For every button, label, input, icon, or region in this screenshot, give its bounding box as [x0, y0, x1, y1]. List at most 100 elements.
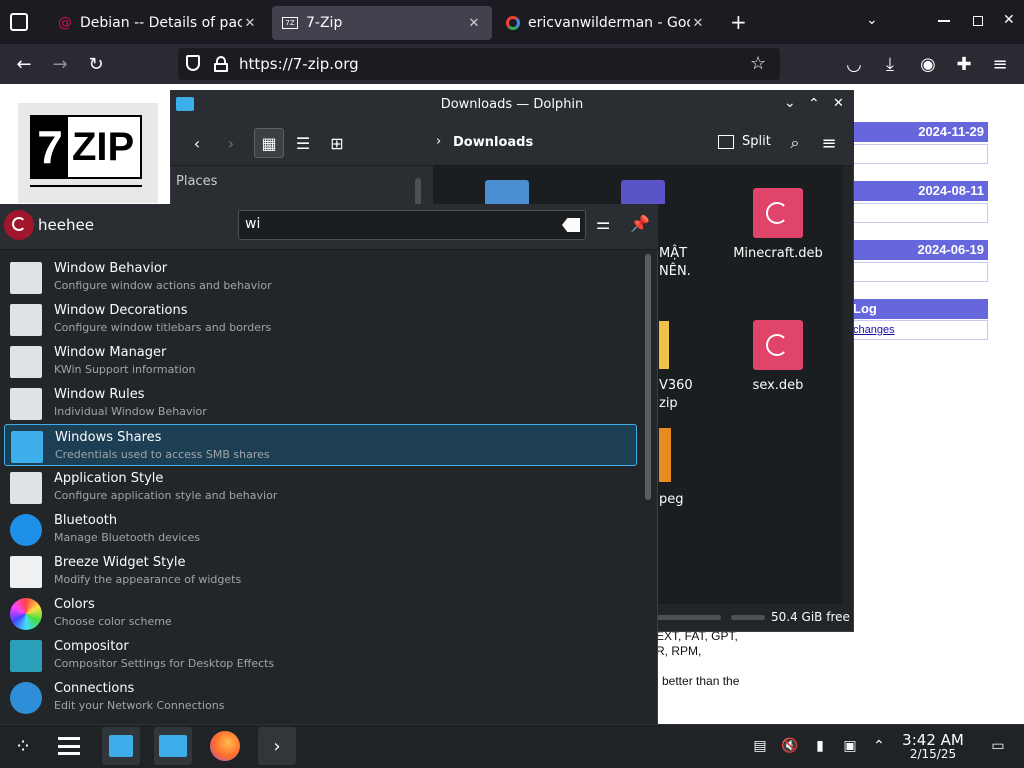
- launcher-result[interactable]: Window Behavior Configure window actions …: [4, 256, 637, 298]
- search-input-value[interactable]: wi: [245, 216, 260, 232]
- shield-icon[interactable]: [186, 55, 200, 71]
- tab-list-icon[interactable]: [10, 13, 28, 31]
- news-date-band: 2024-06-19: [853, 240, 988, 260]
- tab-close-icon[interactable]: ✕: [242, 16, 258, 31]
- tab-title: 7-Zip: [306, 15, 343, 31]
- compact-view-icon[interactable]: ☰: [288, 128, 318, 158]
- account-icon[interactable]: ◉: [916, 52, 940, 76]
- news-body: [853, 203, 988, 223]
- file-item[interactable]: sex.deb: [728, 320, 828, 393]
- launcher-result[interactable]: Window Manager KWin Support information: [4, 340, 637, 382]
- free-space-text: 50.4 GiB free: [771, 610, 850, 624]
- dolphin-titlebar[interactable]: Downloads — Dolphin ⌄ ⌃ ✕: [170, 90, 854, 120]
- forward-arrow-icon[interactable]: →: [48, 52, 72, 76]
- dolphin-task-icon[interactable]: [154, 727, 192, 765]
- avatar[interactable]: [4, 210, 34, 240]
- search-icon[interactable]: ⌕: [780, 128, 810, 158]
- file-icon-purple[interactable]: [621, 180, 665, 204]
- file-icon-folder[interactable]: [659, 321, 669, 369]
- app-launcher-icon[interactable]: ⁘: [4, 727, 42, 765]
- maximize-chevron-icon[interactable]: ⌃: [808, 96, 820, 112]
- deb-package-icon: [753, 320, 803, 370]
- tab-7zip[interactable]: 7Z 7-Zip ✕: [272, 6, 492, 40]
- pocket-icon[interactable]: ◡: [842, 52, 866, 76]
- launcher-result[interactable]: Window Decorations Configure window title…: [4, 298, 637, 340]
- file-icon-document[interactable]: [485, 180, 529, 204]
- konsole-icon[interactable]: ›: [258, 727, 296, 765]
- url-text[interactable]: https://7-zip.org: [239, 55, 359, 73]
- split-button[interactable]: Split: [718, 134, 771, 149]
- settings-sliders-icon[interactable]: ⚌: [596, 214, 610, 233]
- launcher-result[interactable]: Window Rules Individual Window Behavior: [4, 382, 637, 424]
- lock-icon[interactable]: [214, 56, 228, 72]
- launcher-result[interactable]: Connections Edit your Network Connections: [4, 676, 637, 718]
- file-item[interactable]: Minecraft.deb: [728, 188, 828, 261]
- tab-title: ericvanwilderman - Google: [528, 15, 690, 31]
- icons-view-icon[interactable]: ▦: [254, 128, 284, 158]
- tab-debian[interactable]: @ Debian -- Details of package ✕: [48, 6, 268, 40]
- tab-close-icon[interactable]: ✕: [466, 16, 482, 31]
- launcher-result[interactable]: Application Style Configure application s…: [4, 466, 637, 508]
- places-label: Places: [176, 174, 218, 189]
- battery-icon[interactable]: ▮: [810, 736, 830, 756]
- show-desktop-icon[interactable]: ▭: [988, 736, 1008, 756]
- downloads-icon[interactable]: ⤓: [878, 52, 902, 76]
- details-view-icon[interactable]: ⊞: [322, 128, 352, 158]
- window-manager-icon: [10, 346, 42, 378]
- result-title: Bluetooth: [54, 513, 118, 528]
- tray-expand-icon[interactable]: ⌃: [869, 736, 889, 756]
- tab-overflow-chevron-icon[interactable]: ⌄: [866, 12, 878, 28]
- minimize-icon[interactable]: [938, 20, 950, 22]
- system-settings-icon[interactable]: [50, 727, 88, 765]
- clock-date[interactable]: 2/15/25: [896, 747, 970, 761]
- menu-hamburger-icon[interactable]: ≡: [988, 52, 1012, 76]
- changes-link[interactable]: changes: [853, 324, 895, 336]
- back-chevron-icon[interactable]: ‹: [182, 128, 212, 158]
- restore-icon[interactable]: [973, 16, 983, 26]
- result-title: Compositor: [54, 639, 129, 654]
- result-subtitle: Configure window actions and behavior: [54, 279, 272, 292]
- view-scrollbar[interactable]: [843, 166, 851, 604]
- hamburger-menu-icon[interactable]: ≡: [814, 128, 844, 158]
- file-name: Minecraft.deb: [733, 246, 823, 261]
- launcher-result[interactable]: Breeze Widget Style Modify the appearance…: [4, 550, 637, 592]
- close-icon[interactable]: ✕: [833, 96, 844, 111]
- places-scrollbar[interactable]: [415, 178, 421, 206]
- close-window-icon[interactable]: ✕: [1003, 12, 1015, 28]
- pin-icon[interactable]: 📌: [630, 214, 650, 233]
- discover-store-icon[interactable]: [102, 727, 140, 765]
- launcher-result[interactable]: Windows Shares Credentials used to access…: [4, 424, 637, 466]
- breadcrumb-location[interactable]: Downloads: [453, 135, 533, 150]
- connections-icon: [10, 682, 42, 714]
- launcher-result[interactable]: Colors Choose color scheme: [4, 592, 637, 634]
- minimize-chevron-icon[interactable]: ⌄: [784, 95, 796, 111]
- google-icon: [506, 16, 520, 30]
- file-name: sex.deb: [752, 378, 804, 393]
- result-title: Breeze Widget Style: [54, 555, 186, 570]
- back-arrow-icon[interactable]: ←: [12, 52, 36, 76]
- result-subtitle: Edit your Network Connections: [54, 699, 225, 712]
- file-label-partial: peg: [659, 492, 684, 507]
- extensions-icon[interactable]: ✚: [952, 52, 976, 76]
- firefox-icon[interactable]: [206, 727, 244, 765]
- page-text-line: R, RPM,: [656, 644, 702, 658]
- reload-icon[interactable]: ↻: [84, 52, 108, 76]
- username: heehee: [38, 216, 94, 234]
- clipboard-icon[interactable]: ▤: [750, 736, 770, 756]
- new-tab-plus-icon[interactable]: +: [730, 10, 747, 34]
- tab-google[interactable]: ericvanwilderman - Google ✕: [496, 6, 716, 40]
- results-scrollbar[interactable]: [645, 254, 651, 500]
- network-icon[interactable]: ▣: [840, 736, 860, 756]
- tab-close-icon[interactable]: ✕: [690, 16, 706, 31]
- launcher-result[interactable]: Compositor Compositor Settings for Deskto…: [4, 634, 637, 676]
- colors-icon: [10, 598, 42, 630]
- file-icon-image[interactable]: [659, 428, 671, 482]
- zoom-slider[interactable]: [657, 615, 721, 620]
- search-input[interactable]: [238, 210, 586, 240]
- volume-muted-icon[interactable]: 🔇: [780, 736, 800, 756]
- forward-chevron-icon[interactable]: ›: [216, 128, 246, 158]
- bookmark-star-icon[interactable]: ☆: [750, 53, 766, 74]
- result-subtitle: Individual Window Behavior: [54, 405, 207, 418]
- bluetooth-icon: [10, 514, 42, 546]
- launcher-result[interactable]: Bluetooth Manage Bluetooth devices: [4, 508, 637, 550]
